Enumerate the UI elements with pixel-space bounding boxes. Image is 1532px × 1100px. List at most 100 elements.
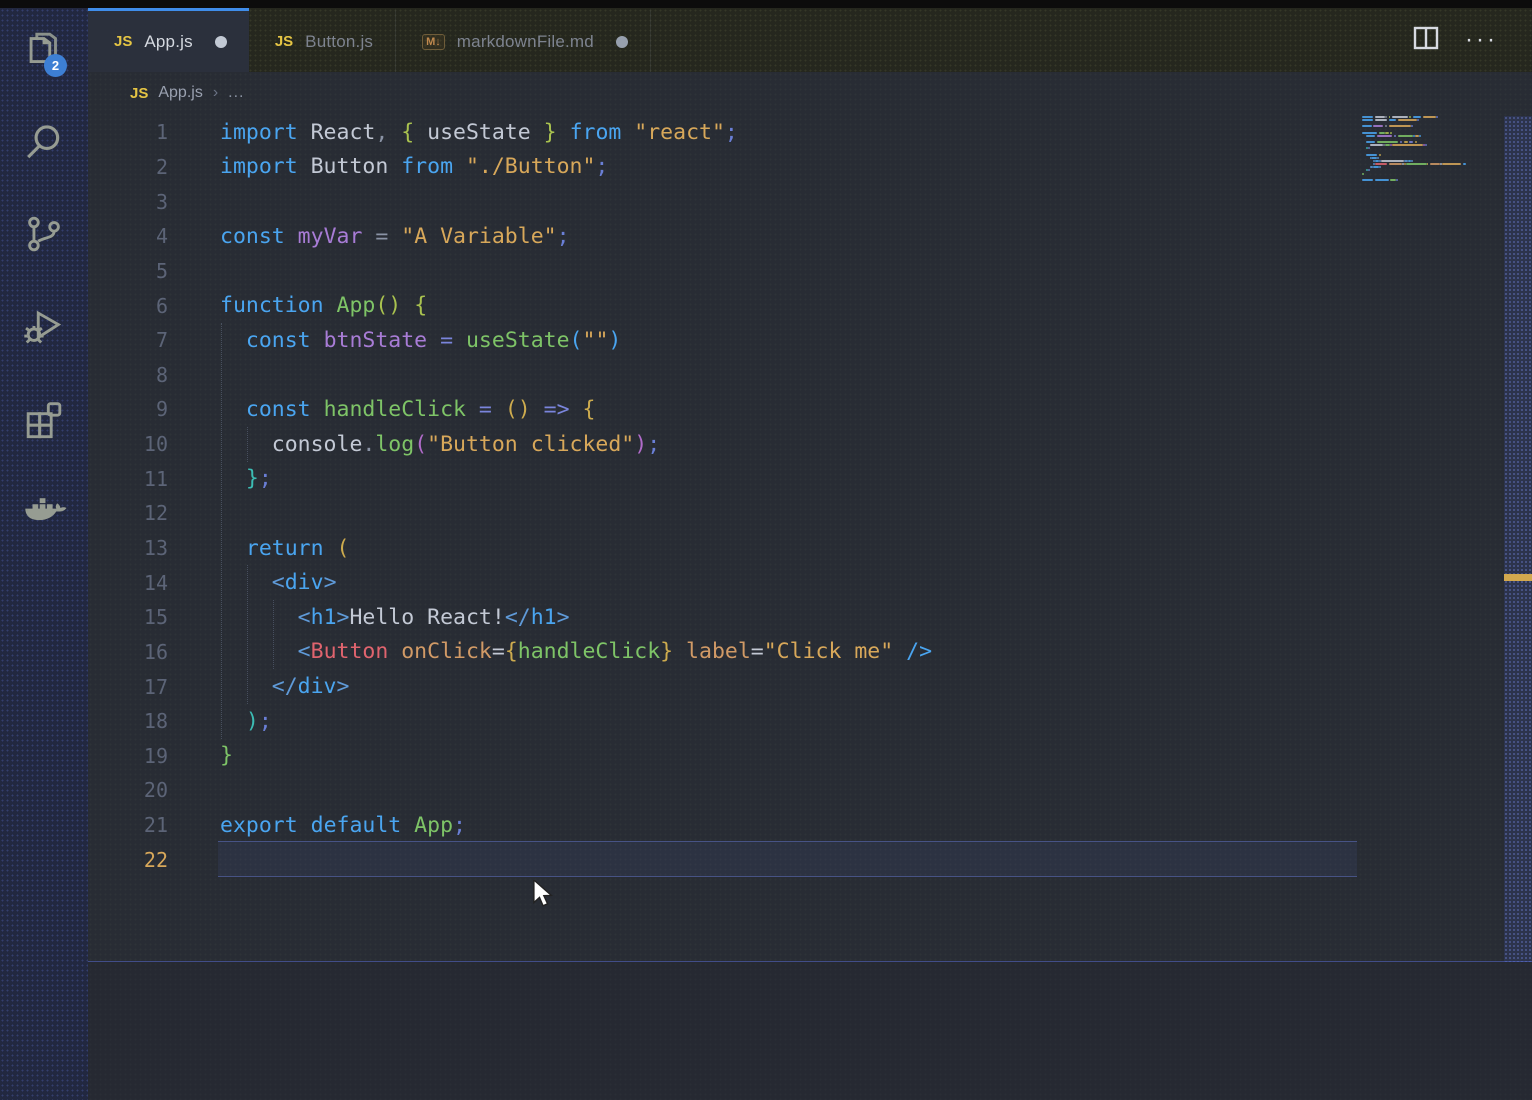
editor-empty-area — [88, 962, 1532, 1100]
code-text: function App() { — [220, 293, 428, 319]
line-number: 18 — [143, 709, 168, 734]
activity-bar-files-explorer-icon[interactable]: 2 — [0, 28, 88, 77]
line-number: 15 — [143, 605, 168, 630]
line-number: 2 — [155, 154, 168, 179]
code-line-20[interactable]: 20 — [88, 773, 1408, 808]
code-text: <Button onClick={handleClick} label="Cli… — [297, 639, 933, 665]
line-number: 13 — [143, 536, 168, 560]
tab-markdownFile.md[interactable]: M↓ markdownFile.md — [396, 8, 651, 72]
code-text: <div> — [271, 570, 337, 596]
chevron-right-icon: › — [212, 84, 219, 101]
line-number: 12 — [143, 501, 168, 526]
code-line-17[interactable]: 17 </div> — [88, 669, 1408, 704]
source-control-icon — [21, 211, 67, 262]
line-number: 19 — [143, 743, 168, 768]
tab-Button.js[interactable]: JS Button.js — [249, 8, 397, 72]
line-number: 14 — [143, 570, 168, 595]
line-number: 3 — [155, 189, 168, 214]
line-number: 1 — [155, 120, 168, 145]
code-line-19[interactable]: 19} — [88, 739, 1408, 774]
code-line-4[interactable]: 4 const myVar = "A Variable"; — [88, 219, 1408, 254]
split-editor-icon[interactable] — [1413, 25, 1439, 56]
search-icon — [21, 119, 67, 170]
tab-label: markdownFile.md — [456, 31, 594, 51]
markdown-file-icon: M↓ — [422, 33, 445, 50]
code-text: const btnState = useState("") — [245, 327, 622, 353]
modified-dot-icon[interactable] — [214, 35, 227, 48]
extensions-icon — [21, 395, 67, 446]
breadcrumb-file[interactable]: App.js — [158, 84, 202, 102]
explorer-badge: 2 — [44, 54, 67, 77]
code-line-14[interactable]: 14 <div> — [88, 565, 1408, 600]
code-line-8[interactable]: 8 — [88, 357, 1408, 392]
run-debug-icon — [21, 303, 67, 354]
line-number: 17 — [143, 674, 168, 699]
tab-label: App.js — [144, 31, 193, 51]
activity-bar-search-icon[interactable] — [0, 120, 88, 168]
code-text: export default App; — [220, 812, 466, 838]
code-line-7[interactable]: 7 const btnState = useState("") — [88, 323, 1408, 358]
code-line-5[interactable]: 5 — [88, 254, 1408, 289]
code-text: } — [220, 743, 233, 769]
line-number: 21 — [143, 813, 168, 838]
js-file-icon: JS — [274, 33, 294, 50]
line-number: 7 — [155, 328, 168, 353]
code-text: return ( — [245, 535, 350, 561]
minimap[interactable] — [1362, 116, 1472, 185]
code-text: <h1>Hello React!</h1> — [297, 604, 570, 630]
code-line-10[interactable]: 10 console.log("Button clicked"); — [88, 427, 1408, 462]
code-line-22[interactable]: 22 — [88, 842, 1408, 877]
activity-bar-docker-icon[interactable] — [0, 488, 88, 536]
vscode-window: 2 JS App.js JS Button.js M↓ markdownFile.md ·… — [0, 0, 1532, 1100]
tabs-container: JS App.js JS Button.js M↓ markdownFile.md — [88, 8, 651, 72]
editor-tab-bar: JS App.js JS Button.js M↓ markdownFile.md ··· — [88, 8, 1532, 72]
code-text: const myVar = "A Variable"; — [220, 223, 570, 249]
code-line-13[interactable]: 13 return ( — [88, 531, 1408, 566]
code-line-15[interactable]: 15 <h1>Hello React!</h1> — [88, 600, 1408, 635]
line-number: 8 — [155, 362, 168, 387]
line-number: 11 — [143, 466, 168, 491]
code-editor[interactable]: 1 import React, { useState } from "react"… — [88, 115, 1408, 877]
breadcrumb: JS App.js › ... — [88, 72, 1532, 114]
modified-dot-icon[interactable] — [615, 35, 628, 48]
code-text: import React, { useState } from "react"; — [220, 119, 738, 145]
code-text: ); — [245, 708, 272, 734]
overview-ruler-marker — [1504, 574, 1532, 581]
code-text: }; — [245, 466, 272, 492]
window-top-strip — [0, 0, 1532, 8]
code-line-1[interactable]: 1 import React, { useState } from "react"… — [88, 115, 1408, 150]
code-text: console.log("Button clicked"); — [271, 431, 661, 457]
breadcrumb-symbol[interactable]: ... — [228, 84, 244, 102]
activity-bar-run-debug-icon[interactable] — [0, 304, 88, 352]
activity-bar-extensions-icon[interactable] — [0, 396, 88, 444]
tab-App.js[interactable]: JS App.js — [88, 8, 249, 72]
docker-icon — [21, 487, 67, 538]
code-text: import Button from "./Button"; — [220, 154, 609, 180]
overview-ruler-scrollbar[interactable] — [1504, 116, 1532, 962]
activity-bar: 2 — [0, 8, 88, 1100]
line-number: 6 — [155, 293, 168, 318]
line-number: 20 — [143, 778, 168, 803]
code-line-3[interactable]: 3 — [88, 184, 1408, 219]
js-file-icon: JS — [130, 84, 149, 102]
code-line-2[interactable]: 2 import Button from "./Button"; — [88, 150, 1408, 185]
js-file-icon: JS — [114, 33, 133, 50]
tab-actions: ··· — [1413, 8, 1532, 72]
line-number: 16 — [143, 639, 168, 664]
line-number: 5 — [155, 258, 168, 283]
more-actions-icon[interactable]: ··· — [1465, 28, 1498, 52]
code-line-9[interactable]: 9 const handleClick = () => { — [88, 392, 1408, 427]
line-number: 4 — [155, 224, 168, 249]
code-line-18[interactable]: 18 ); — [88, 704, 1408, 739]
code-line-12[interactable]: 12 — [88, 496, 1408, 531]
code-line-11[interactable]: 11 }; — [88, 461, 1408, 496]
tab-label: Button.js — [305, 31, 374, 51]
line-number: 22 — [143, 847, 168, 872]
activity-bar-items: 2 — [0, 8, 88, 536]
code-line-16[interactable]: 16 <Button onClick={handleClick} label="… — [88, 635, 1408, 670]
code-line-6[interactable]: 6 function App() { — [88, 288, 1408, 323]
code-line-21[interactable]: 21 export default App; — [88, 808, 1408, 843]
activity-bar-source-control-icon[interactable] — [0, 212, 88, 260]
line-number: 10 — [143, 432, 168, 457]
line-number: 9 — [155, 397, 168, 422]
